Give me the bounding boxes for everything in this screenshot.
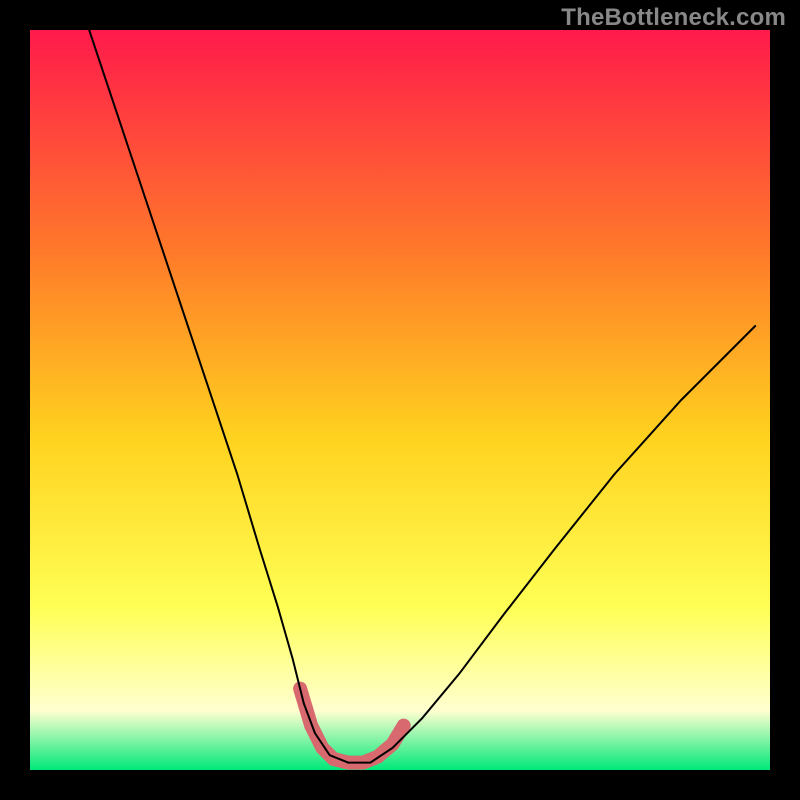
bottleneck-chart xyxy=(30,30,770,770)
watermark-text: TheBottleneck.com xyxy=(561,4,786,32)
chart-frame: TheBottleneck.com xyxy=(0,0,800,800)
chart-background-gradient xyxy=(30,30,770,770)
